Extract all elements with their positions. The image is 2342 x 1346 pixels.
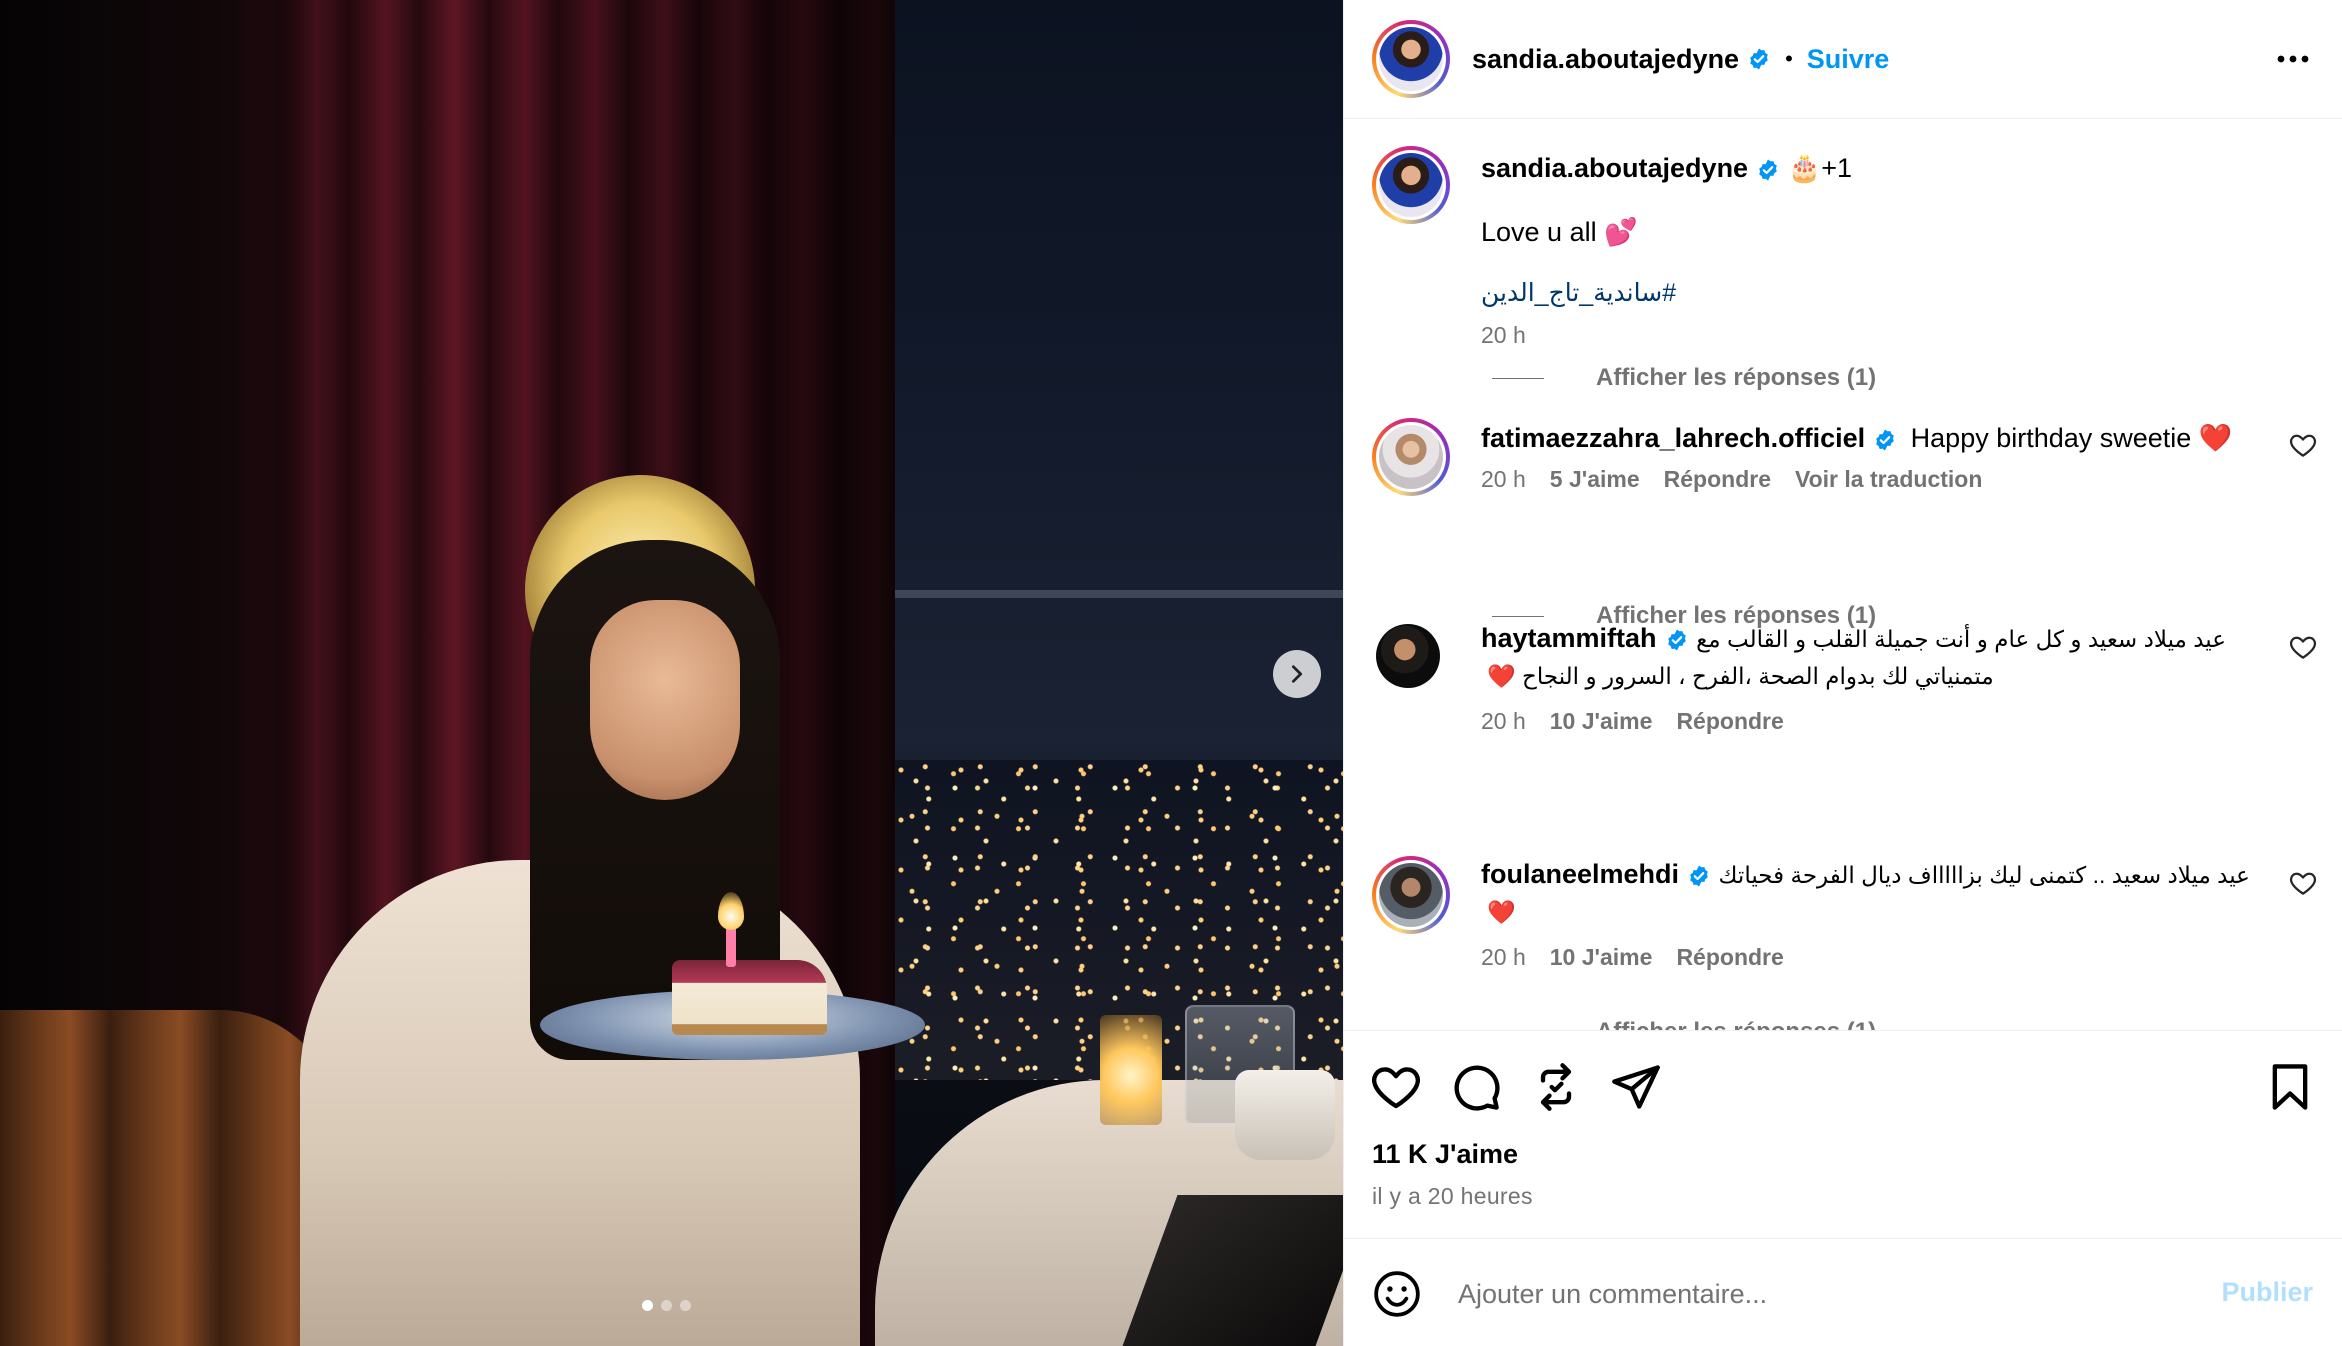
follow-button[interactable]: Suivre (1807, 44, 1890, 75)
comment-input[interactable] (1458, 1264, 2158, 1324)
repost-icon[interactable] (1530, 1061, 1582, 1113)
post-timestamp: il y a 20 heures (1372, 1183, 1533, 1209)
comment-time: 20 h (1481, 466, 1526, 492)
comment-composer: Publier (1344, 1238, 2342, 1346)
author-username[interactable]: sandia.aboutajedyne (1472, 44, 1739, 75)
verified-badge-icon (1876, 429, 1894, 451)
action-bar: 11 K J'aime il y a 20 heures (1344, 1030, 2342, 1240)
verified-badge-icon (1759, 159, 1777, 181)
comment-likes[interactable]: 10 J'aime (1550, 708, 1653, 735)
view-replies-button[interactable]: Afficher les réponses (1) (1492, 1018, 1876, 1030)
reply-button[interactable]: Répondre (1664, 466, 1771, 493)
avatar[interactable] (1376, 624, 1440, 688)
comment-time: 20 h (1481, 708, 1526, 734)
comments-list[interactable]: sandia.aboutajedyne 🎂+1 Love u all 💕 #سا… (1344, 120, 2342, 1030)
caption-username[interactable]: sandia.aboutajedyne (1481, 153, 1748, 183)
more-options-button[interactable] (2273, 44, 2313, 74)
post-panel: sandia.aboutajedyne • Suivre sandia.abou… (1343, 0, 2342, 1346)
more-icon (2277, 55, 2309, 63)
caption-text: Love u all 💕 (1481, 217, 1638, 247)
cake (672, 960, 827, 1035)
carousel-dot (642, 1300, 653, 1311)
verified-badge-icon (1690, 865, 1708, 887)
next-slide-button[interactable] (1273, 650, 1321, 698)
save-bookmark-icon[interactable] (2264, 1061, 2316, 1113)
translate-button[interactable]: Voir la traduction (1795, 466, 1982, 493)
view-replies-button[interactable]: Afficher les réponses (1) (1492, 602, 1876, 630)
like-comment-icon[interactable] (2288, 632, 2318, 662)
view-replies-button[interactable]: Afficher les réponses (1) (1492, 364, 1876, 392)
like-count[interactable]: 11 K J'aime (1372, 1139, 1518, 1170)
carousel-dot (661, 1300, 672, 1311)
avatar[interactable] (1372, 418, 1450, 496)
reply-button[interactable]: Répondre (1676, 708, 1783, 735)
carousel-dots (642, 1300, 691, 1311)
candle-holder (1100, 1015, 1162, 1125)
verified-badge-icon (1750, 48, 1768, 70)
photo (0, 0, 1343, 1346)
comment-bubble-icon[interactable] (1450, 1061, 1502, 1113)
like-comment-icon[interactable] (2288, 430, 2318, 460)
avatar[interactable] (1372, 20, 1450, 98)
caption-emoji: 🎂+1 (1787, 153, 1852, 183)
separator-dot: • (1785, 46, 1793, 71)
comment-username[interactable]: foulaneelmehdi (1481, 859, 1679, 889)
like-button-heart-icon[interactable] (1370, 1061, 1422, 1113)
comment-time: 20 h (1481, 944, 1526, 970)
avatar[interactable] (1372, 856, 1450, 934)
publish-button[interactable]: Publier (2221, 1277, 2313, 1308)
post-header: sandia.aboutajedyne • Suivre (1344, 0, 2342, 119)
carousel-dot (680, 1300, 691, 1311)
hashtag-link[interactable]: #ساندية_تاج_الدين (1481, 278, 1676, 308)
chevron-right-icon (1291, 665, 1303, 683)
reply-button[interactable]: Répondre (1676, 944, 1783, 971)
caption-time: 20 h (1481, 322, 1526, 348)
emoji-icon[interactable] (1372, 1269, 1422, 1319)
post-media[interactable] (0, 0, 1343, 1346)
comment-likes[interactable]: 5 J'aime (1550, 466, 1640, 493)
comment-likes[interactable]: 10 J'aime (1550, 944, 1653, 971)
share-send-icon[interactable] (1610, 1061, 1662, 1113)
avatar[interactable] (1372, 146, 1450, 224)
like-comment-icon[interactable] (2288, 868, 2318, 898)
leather-booth (0, 1010, 340, 1346)
comment-username[interactable]: fatimaezzahra_lahrech.officiel (1481, 423, 1865, 453)
verified-badge-icon (1667, 629, 1686, 651)
comment-text: Happy birthday sweetie ❤️ (1910, 423, 2233, 453)
